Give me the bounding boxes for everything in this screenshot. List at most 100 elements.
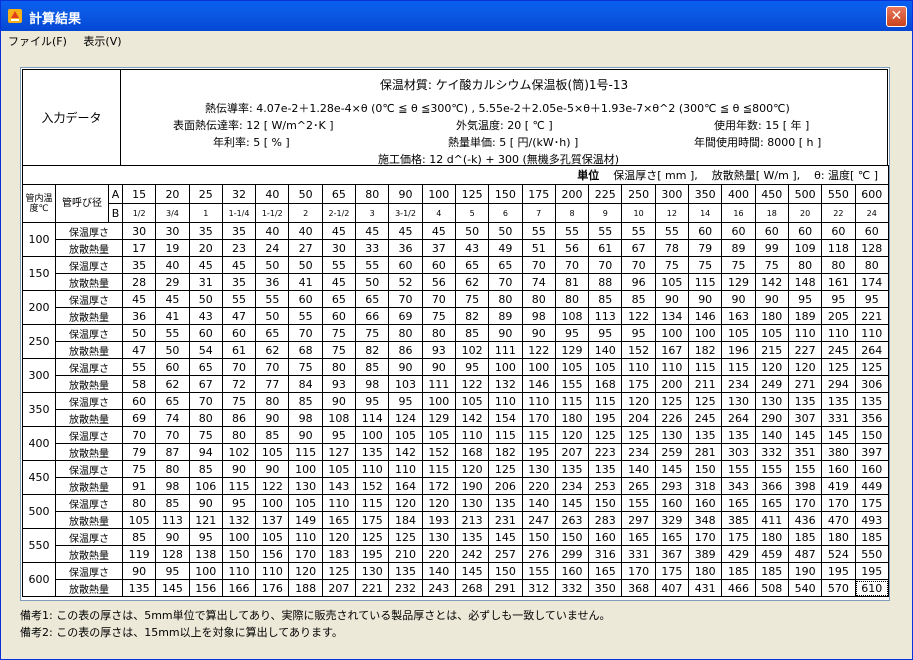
thickness-cell: 170 [688, 528, 723, 546]
thickness-cell: 80 [554, 290, 590, 308]
size-b-cell: 1/2 [121, 203, 157, 223]
heat-cell: 419 [821, 477, 856, 495]
heat-cell: 163 [721, 307, 756, 325]
heat-cell: 164 [388, 477, 423, 495]
size-a-cell: 225 [588, 184, 623, 204]
window-title: 計算結果 [29, 12, 82, 27]
results-table: 単位 保温厚さ[ mm ], 放散熱量[ W/m ], θ: 温度[ ℃ ] 管内温度℃… [22, 165, 889, 597]
heat-cell: 135 [121, 579, 157, 597]
heat-cell: 137 [255, 511, 290, 529]
thickness-cell: 75 [188, 426, 223, 444]
heat-cell: 331 [621, 545, 656, 563]
heat-cell: 61 [221, 341, 257, 359]
heat-cell: 105 [255, 443, 290, 461]
heat-cell: 134 [654, 307, 690, 325]
temp-cell: 350 [22, 392, 56, 427]
menu-file[interactable]: ファイル(F) [1, 31, 73, 49]
menu-view[interactable]: 表示(V) [76, 31, 127, 49]
heat-cell: 150 [221, 545, 257, 563]
heat-cell: 283 [588, 511, 623, 529]
thickness-cell: 145 [454, 562, 490, 580]
heat-cell: 175 [355, 511, 390, 529]
thickness-cell: 140 [421, 562, 456, 580]
size-b-cell: 18 [754, 203, 789, 223]
table-row: 300 保温厚さ 55 60 65 70 70 75 80 85 90 90 95 100 100 105 10… [22, 358, 889, 393]
thickness-cell: 80 [854, 256, 889, 274]
heat-cell: 127 [321, 443, 357, 461]
heat-cell: 268 [454, 579, 490, 597]
heat-cell[interactable]: 610 [854, 579, 889, 597]
heat-cell: 20 [188, 239, 223, 257]
close-button[interactable]: ✕ [886, 6, 907, 27]
heat-cell: 105 [654, 273, 690, 291]
thickness-cell: 110 [621, 358, 656, 376]
heat-cell: 74 [521, 273, 556, 291]
thickness-cell: 50 [488, 222, 523, 240]
heat-cell: 98 [521, 307, 556, 325]
thickness-cell: 80 [121, 494, 157, 512]
heat-cell: 47 [121, 341, 157, 359]
heat-cell: 79 [688, 239, 723, 257]
thickness-cell: 45 [388, 222, 423, 240]
size-a-cell: 50 [288, 184, 323, 204]
header-a: A [108, 184, 123, 204]
thickness-cell: 95 [621, 324, 656, 342]
thickness-cell: 195 [854, 562, 889, 580]
heat-cell: 27 [288, 239, 323, 257]
surface-coefficient: 表面熱伝達率: 12 [ W/m^2･K ] [173, 119, 334, 132]
thickness-cell: 75 [454, 290, 490, 308]
heat-cell: 17 [121, 239, 157, 257]
heat-cell: 89 [721, 239, 756, 257]
thickness-cell: 135 [821, 392, 856, 410]
size-b-cell: 24 [854, 203, 889, 223]
size-a-cell: 125 [454, 184, 490, 204]
heat-cell: 227 [787, 341, 823, 359]
input-data-header: 入力データ 保温材質: ケイ酸カルシウム保温板(筒)1号-13 熱伝導率: 4.… [22, 69, 888, 166]
thickness-cell: 125 [654, 392, 690, 410]
heat-cell: 29 [155, 273, 190, 291]
results-table-frame[interactable]: 入力データ 保温材質: ケイ酸カルシウム保温板(筒)1号-13 熱伝導率: 4.… [20, 67, 890, 601]
heat-cell: 35 [221, 273, 257, 291]
heat-cell: 58 [121, 375, 157, 393]
thickness-cell: 35 [188, 222, 223, 240]
row-label-heat: 放散熱量 [55, 375, 123, 393]
thickness-cell: 75 [288, 358, 323, 376]
thickness-cell: 55 [355, 256, 390, 274]
heat-cell: 223 [588, 443, 623, 461]
title-bar[interactable]: 計算結果 ✕ [1, 1, 912, 31]
table-row: 放散熱量 91 98 106 115 122 130 143 152 164 172 190 206 22… [23, 477, 889, 495]
heat-cell: 234 [621, 443, 656, 461]
row-label-thickness: 保温厚さ [55, 222, 123, 240]
thickness-cell: 80 [421, 324, 456, 342]
thickness-cell: 130 [654, 426, 690, 444]
heat-cell: 161 [821, 273, 856, 291]
size-b-cell: 1-1/4 [221, 203, 257, 223]
thickness-cell: 150 [521, 528, 556, 546]
thickness-cell: 50 [454, 222, 490, 240]
thickness-cell: 185 [754, 562, 789, 580]
thickness-cell: 110 [221, 562, 257, 580]
size-a-cell: 65 [321, 184, 357, 204]
table-row: 放散熱量 135 145 156 166 176 188 207 221 232 243 268 291… [23, 579, 889, 597]
thickness-cell: 135 [388, 562, 423, 580]
thickness-cell: 85 [355, 358, 390, 376]
heat-cell: 429 [721, 545, 756, 563]
size-b-cell: 6 [488, 203, 523, 223]
thickness-cell: 90 [421, 358, 456, 376]
thickness-cell: 55 [155, 324, 190, 342]
thickness-cell: 175 [854, 494, 889, 512]
thickness-cell: 70 [121, 426, 157, 444]
thickness-cell: 90 [255, 460, 290, 478]
units-cell: 単位 保温厚さ[ mm ], 放散熱量[ W/m ], θ: 温度[ ℃ ] [22, 165, 889, 185]
thickness-cell: 170 [787, 494, 823, 512]
heat-cell: 96 [621, 273, 656, 291]
heat-cell: 56 [554, 239, 590, 257]
thickness-cell: 140 [754, 426, 789, 444]
heat-cell: 154 [488, 409, 523, 427]
thickness-cell: 60 [821, 222, 856, 240]
size-b-cell: 4 [421, 203, 456, 223]
thickness-cell: 145 [488, 528, 523, 546]
heat-cell: 62 [454, 273, 490, 291]
heat-cell: 79 [121, 443, 157, 461]
heat-cell: 145 [155, 579, 190, 597]
